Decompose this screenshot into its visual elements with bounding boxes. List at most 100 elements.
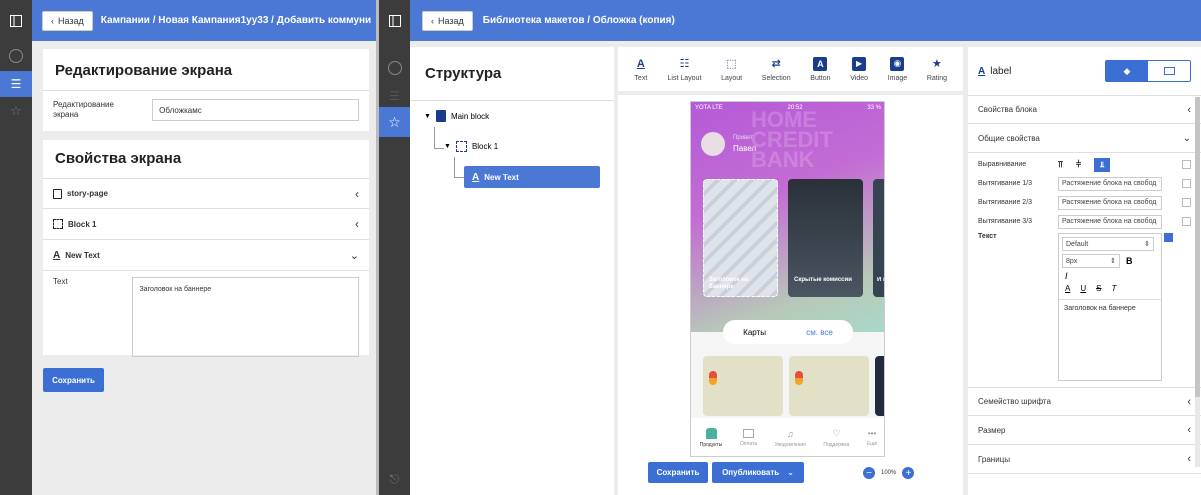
breadcrumb: Кампании / Новая Кампания1уу33 / Добавит… [100,15,371,26]
item-new-text[interactable]: A New Text ⌄ [43,240,369,271]
item-story-page[interactable]: story-page ‹ [43,178,369,209]
borders-row[interactable]: Границы ‹ [968,445,1201,474]
frame-tab[interactable] [1148,61,1190,81]
stretch1-input[interactable]: Растяжение блока на свобод [1058,176,1162,191]
see-all-link[interactable]: см. все [806,328,833,337]
nav-support[interactable]: ♡ Поддержка [823,428,849,448]
chevron-left-icon: ‹ [1187,453,1191,465]
stretch2-input[interactable]: Растяжение блока на свобод [1058,195,1162,210]
sidebar-toggle-icon[interactable] [379,0,410,41]
tree-item-new-text[interactable]: A New Text [464,166,600,188]
user-name: Павел [733,144,757,153]
align-top-icon[interactable]: ⫪ [1058,159,1072,171]
align-buttons: ⫪ ⫩ ⫫ [1058,157,1110,172]
toolbar-video[interactable]: ▶ Video [850,56,868,82]
list-icon[interactable]: ☰ [0,71,32,97]
star-icon[interactable]: ☆ [379,107,410,137]
component-toolbar: A Text ☷ List Layout ⬚ Layout ⇄ Selection AB… [618,47,963,91]
logout-icon[interactable]: ⎋ [390,472,400,487]
stretch1-checkbox[interactable] [1182,179,1191,188]
nav-more[interactable]: ••• Ещё [867,429,877,447]
underline-icon[interactable]: U [1080,284,1086,293]
text-area[interactable]: Заголовок на баннере [132,277,359,357]
font-color-icon[interactable]: A [1065,284,1070,293]
right-sidebar: ☰ ☆ ⎋ [379,41,410,495]
publish-button[interactable]: Опубликовать ⌄ [712,462,804,483]
sidebar-toggle-icon[interactable] [0,0,32,41]
scrollbar[interactable] [1195,97,1200,467]
user-icon[interactable] [9,49,23,63]
right-window: ‹ Назад Библиотека макетов / Обложка (ко… [379,0,1201,495]
save-button[interactable]: Сохранить [648,462,708,483]
item-label: New Text [65,250,100,260]
toolbar-text[interactable]: A Text [634,57,648,82]
nav-label: Продукты [699,442,723,448]
text-label: Текст [978,233,997,240]
item-block-1[interactable]: Block 1 ‹ [43,209,369,240]
page-icon [53,188,62,199]
zoom-out-icon[interactable]: − [863,467,875,479]
nav-payment[interactable]: Оплата [740,429,757,447]
nav-notifications[interactable]: ♫ Уведомления [775,429,806,448]
bank-card-2[interactable] [789,356,869,416]
text-value[interactable]: Заголовок на баннере [1059,300,1161,317]
user-icon[interactable] [387,61,402,75]
tree-item-main-block[interactable]: ▼ Main block [424,110,489,122]
stretch2-label: Вытягивание 2/3 [978,199,1033,206]
zoom-level: 100% [881,470,897,476]
toolbar-image[interactable]: ◉ Image [888,56,907,82]
stretch3-input[interactable]: Растяжение блока на свобод [1058,214,1162,229]
toolbar-list-layout[interactable]: ☷ List Layout [668,57,702,82]
time: 20:52 [787,105,803,111]
bank-card-3[interactable] [875,356,884,416]
frame-icon [1163,67,1175,75]
common-props-row[interactable]: Общие свойства ⌄ [968,124,1201,153]
toolbar-button[interactable]: A Button [810,56,831,82]
toolbar-label: Button [810,74,831,82]
back-button[interactable]: ‹ Назад [42,10,93,31]
zoom-in-icon[interactable]: + [902,467,915,479]
stretch2-checkbox[interactable] [1182,198,1191,207]
stretch3-checkbox[interactable] [1182,217,1191,226]
text-checkbox[interactable] [1164,233,1173,242]
fill-tab[interactable]: ◆ [1106,61,1148,81]
chevron-down-icon: ⌄ [1182,132,1191,144]
bold-icon[interactable]: B [1126,256,1133,266]
toolbar-rating[interactable]: ★ Rating [927,57,947,82]
save-button[interactable]: Сохранить [43,368,104,392]
size-row[interactable]: Размер ‹ [968,416,1201,445]
nav-products[interactable]: Продукты [699,428,723,448]
screen-name-input[interactable]: Обложкамс [152,99,359,121]
block-props-row[interactable]: Свойства блока ‹ [968,95,1201,124]
chevron-down-icon: ⌄ [349,249,359,262]
font-family-row[interactable]: Семейство шрифта ‹ [968,387,1201,416]
phone-preview[interactable]: HOME CREDIT BANK YOTA LTE 20:52 33 % Приве… [690,101,885,457]
toolbar-selection[interactable]: ⇄ Selection [762,57,791,82]
tree-label: Block 1 [471,142,499,151]
toolbar-layout[interactable]: ⬚ Layout [721,57,742,82]
list-icon[interactable]: ☰ [389,89,400,103]
bank-card-1[interactable] [703,356,783,416]
align-checkbox[interactable] [1182,160,1191,169]
breadcrumb: Библиотека макетов / Обложка (копия) [482,15,675,26]
tree-item-block-1[interactable]: ▼ Block 1 [444,141,498,152]
image-icon: ◉ [890,56,905,71]
size-select[interactable]: 8px ⇕ [1062,254,1120,268]
tree-line [454,157,455,177]
left-window: ‹ Назад Кампании / Новая Кампания1уу33 /… [0,0,376,495]
rating-icon: ★ [932,58,942,70]
canvas-area: HOME CREDIT BANK YOTA LTE 20:52 33 % Приве… [618,95,963,495]
font-select[interactable]: Default ⇕ [1062,237,1154,251]
align-bottom-icon[interactable]: ⫫ [1094,157,1110,172]
cards-title: Карты [743,327,766,337]
chevron-left-icon: ‹ [1187,395,1191,408]
back-button[interactable]: ‹ Назад [422,10,473,31]
button-icon: A [813,56,828,71]
scrollbar-thumb[interactable] [1195,97,1200,397]
italic-icon[interactable]: I [1059,268,1161,284]
align-middle-icon[interactable]: ⫩ [1076,159,1090,171]
strikethrough-icon[interactable]: S [1096,284,1101,293]
clear-format-icon[interactable]: T [1111,284,1116,293]
star-icon[interactable]: ☆ [10,103,22,119]
app-root: ‹ Назад Кампании / Новая Кампания1уу33 /… [0,0,1201,495]
